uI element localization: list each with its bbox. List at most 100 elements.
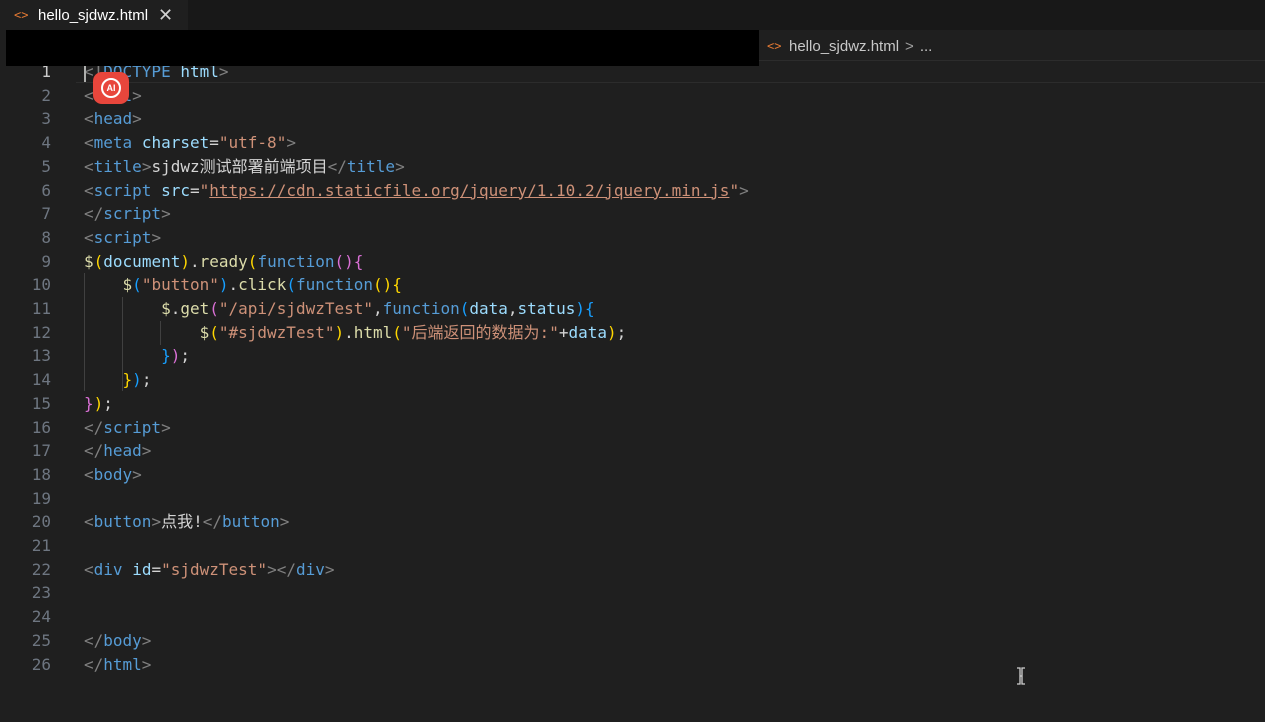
code-token: "button" xyxy=(141,275,219,295)
code-text: <meta charset="utf-8"> xyxy=(84,131,296,155)
tab-label: hello_sjdwz.html xyxy=(38,6,149,24)
code-token: "/api/sjdwzTest" xyxy=(218,299,374,318)
code-token: " xyxy=(729,180,740,200)
code-token: $ xyxy=(199,322,210,342)
code-token: document xyxy=(103,251,181,271)
code-token: ></ xyxy=(267,559,296,579)
html-file-icon: <> xyxy=(767,39,782,53)
code-line[interactable]: 16 </script> xyxy=(0,416,1265,440)
code-token: < xyxy=(84,512,94,532)
code-token: = xyxy=(151,559,162,579)
code-token: < xyxy=(84,133,94,153)
code-line[interactable]: 12 $("#sjdwzTest").html("后端返回的数据为:"+data… xyxy=(0,321,1265,345)
code-token: " xyxy=(199,180,210,200)
breadcrumb: <> hello_sjdwz.html > ... xyxy=(765,32,932,60)
code-token: { xyxy=(392,275,402,295)
code-token: > xyxy=(132,109,142,129)
code-text: $("button").click(function(){ xyxy=(84,273,402,297)
line-number: 5 xyxy=(41,156,51,176)
code-token: "后端返回的数据为:" xyxy=(401,322,559,342)
code-text: <title>sjdwz测试部署前端项目</title> xyxy=(84,155,405,179)
code-token: ) xyxy=(334,322,345,342)
code-line[interactable]: 14 }); xyxy=(0,368,1265,392)
code-line[interactable]: 13 }); xyxy=(0,344,1265,368)
code-line[interactable]: 24 xyxy=(0,605,1265,629)
code-token: ) xyxy=(132,370,142,390)
code-line[interactable]: 22 <div id="sjdwzTest"></div> xyxy=(0,558,1265,582)
code-line[interactable]: 11 $.get("/api/sjdwzTest",function(data,… xyxy=(0,297,1265,321)
code-text: $(document).ready(function(){ xyxy=(84,250,363,274)
code-token: > xyxy=(161,417,171,437)
code-token: > xyxy=(324,559,335,579)
code-line[interactable]: 25 </body> xyxy=(0,629,1265,653)
code-editor[interactable]: 1<!DOCTYPE html>2<html>3<head>4<meta cha… xyxy=(0,60,1265,722)
breadcrumb-file[interactable]: hello_sjdwz.html xyxy=(789,38,899,55)
code-token: < xyxy=(84,559,94,579)
line-number: 10 xyxy=(31,275,51,295)
code-line[interactable]: 9 $(document).ready(function(){ xyxy=(0,250,1265,274)
code-token: < xyxy=(84,109,94,129)
code-token: html xyxy=(353,322,393,342)
code-line[interactable]: 10 $("button").click(function(){ xyxy=(0,273,1265,297)
code-line[interactable]: 20 <button>点我!</button> xyxy=(0,510,1265,534)
code-token: ; xyxy=(616,322,627,342)
code-token: </ xyxy=(327,156,347,176)
code-token: function xyxy=(295,275,374,295)
text-cursor-icon xyxy=(1017,667,1025,685)
code-token: ) xyxy=(93,393,104,413)
line-number: 22 xyxy=(31,559,51,579)
html-file-icon: <> xyxy=(14,8,29,22)
code-token: > xyxy=(395,156,405,176)
code-token: > xyxy=(739,180,749,200)
code-token: ( xyxy=(209,322,219,342)
code-token: id xyxy=(132,559,152,579)
code-line[interactable]: 18 <body> xyxy=(0,463,1265,487)
code-token: data xyxy=(568,322,607,342)
code-text: }); xyxy=(84,392,113,416)
code-line[interactable]: 5 <title>sjdwz测试部署前端项目</title> xyxy=(0,155,1265,179)
code-line[interactable]: 4 <meta charset="utf-8"> xyxy=(0,131,1265,155)
line-number: 16 xyxy=(31,417,51,437)
code-line[interactable]: 7 </script> xyxy=(0,202,1265,226)
code-text: }); xyxy=(84,368,152,392)
text-caret xyxy=(84,64,86,82)
code-token: } xyxy=(161,346,171,366)
code-token: ) xyxy=(180,251,190,271)
code-token: () xyxy=(373,275,393,295)
code-line[interactable]: 23 xyxy=(0,581,1265,605)
code-line[interactable]: 6 <script src="https://cdn.staticfile.org… xyxy=(0,179,1265,203)
code-token: body xyxy=(93,464,133,484)
ai-assistant-button[interactable]: AI xyxy=(93,72,129,104)
code-token: ( xyxy=(286,275,296,295)
code-line[interactable]: 19 xyxy=(0,487,1265,511)
code-token: script xyxy=(103,417,162,437)
code-token: , xyxy=(507,299,518,318)
code-token: ( xyxy=(132,275,142,295)
code-line[interactable]: 17 </head> xyxy=(0,439,1265,463)
code-token: button xyxy=(221,512,280,532)
line-number: 26 xyxy=(31,654,51,674)
code-text: $.get("/api/sjdwzTest",function(data,sta… xyxy=(84,297,595,321)
code-line[interactable]: 15}); xyxy=(0,392,1265,416)
code-text: </body> xyxy=(84,629,151,653)
code-text: <div id="sjdwzTest"></div> xyxy=(84,558,335,582)
code-token: https://cdn.staticfile.org/jquery/1.10.2… xyxy=(209,180,730,200)
breadcrumb-more[interactable]: ... xyxy=(920,38,933,55)
code-token: ( xyxy=(392,322,402,342)
code-token: { xyxy=(353,251,364,271)
code-line[interactable]: 8 <script> xyxy=(0,226,1265,250)
close-icon[interactable]: ✕ xyxy=(158,5,173,26)
code-line[interactable]: 2<html> xyxy=(0,84,1265,108)
code-text: </head> xyxy=(84,439,151,463)
code-line[interactable]: 26 </html> xyxy=(0,653,1265,677)
code-token: () xyxy=(334,251,354,271)
line-number: 4 xyxy=(41,133,51,153)
code-line[interactable]: 21 xyxy=(0,534,1265,558)
code-line[interactable]: 3 <head> xyxy=(0,107,1265,131)
code-token: click xyxy=(238,275,287,295)
code-text: </script> xyxy=(84,416,171,440)
tab-hello-sjdwz-html[interactable]: <> hello_sjdwz.html ✕ xyxy=(0,0,188,30)
